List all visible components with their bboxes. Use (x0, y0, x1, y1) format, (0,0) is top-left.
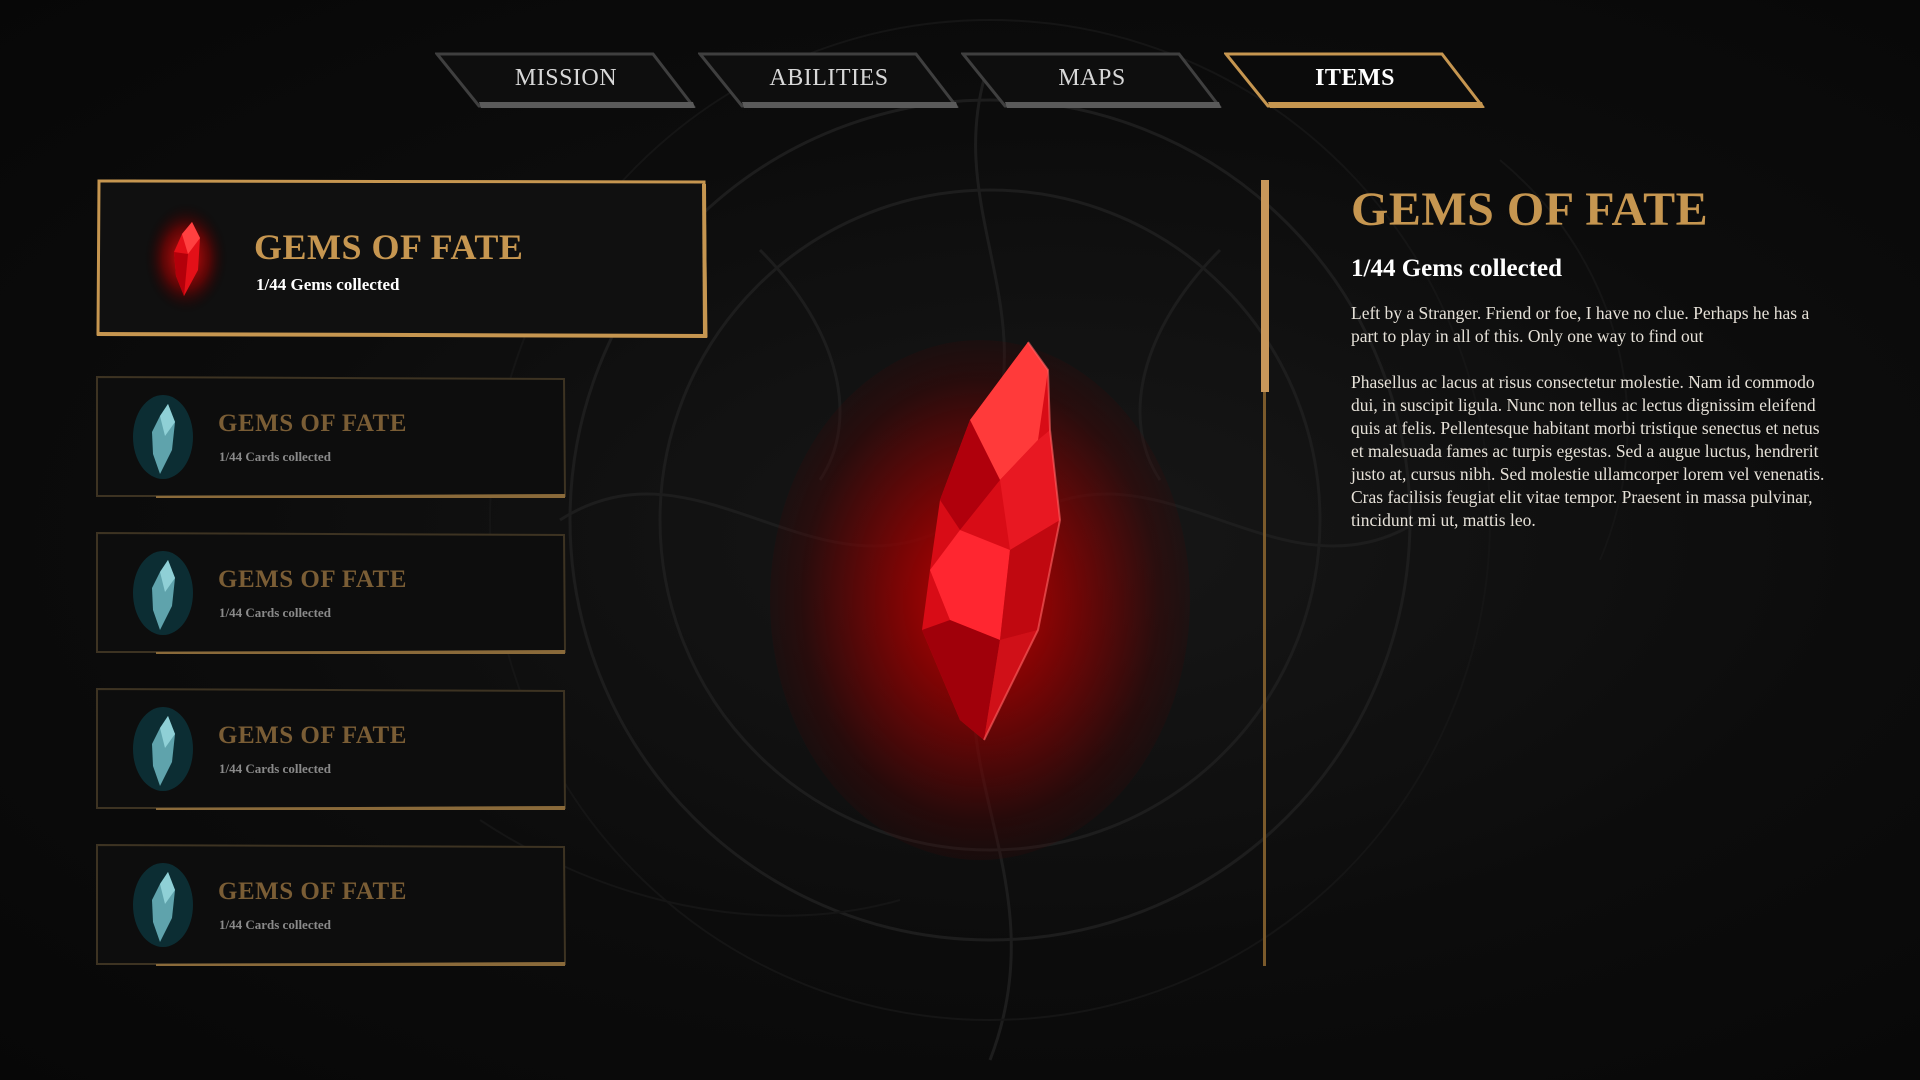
tab-label: MISSION (514, 64, 618, 91)
tab-abilities[interactable]: ABILITIES (698, 52, 960, 108)
item-subtitle: 1/44 Cards collected (219, 449, 331, 464)
item-card-selected[interactable]: GEMS OF FATE 1/44 Gems collected (96, 178, 710, 340)
tab-label: ABILITIES (769, 64, 889, 91)
item-detail-panel: GEMS OF FATE 1/44 Gems collected Left by… (1351, 182, 1827, 532)
item-title: GEMS OF FATE (218, 566, 407, 593)
blue-gem-icon (133, 395, 193, 479)
item-subtitle: 1/44 Cards collected (219, 605, 331, 620)
red-gem-icon (144, 202, 228, 314)
blue-gem-icon (133, 707, 193, 791)
tab-mission[interactable]: MISSION (435, 52, 697, 108)
item-title: GEMS OF FATE (218, 878, 407, 905)
item-card[interactable]: GEMS OF FATE 1/44 Cards collected (96, 688, 566, 812)
tab-maps[interactable]: MAPS (961, 52, 1223, 108)
item-card[interactable]: GEMS OF FATE 1/44 Cards collected (96, 844, 566, 968)
detail-lore-text: Phasellus ac lacus at risus consectetur … (1351, 372, 1825, 530)
tab-bar: MISSION ABILITIES MAPS ITEMS (435, 52, 1486, 110)
item-subtitle: 1/44 Cards collected (219, 917, 331, 932)
tab-label: ITEMS (1315, 64, 1395, 91)
tab-label: MAPS (1058, 64, 1126, 91)
scrollbar-thumb[interactable] (1261, 180, 1269, 392)
blue-gem-icon (133, 863, 193, 947)
detail-title: GEMS OF FATE (1351, 183, 1709, 236)
item-subtitle: 1/44 Gems collected (256, 275, 400, 294)
item-title: GEMS OF FATE (218, 722, 407, 749)
item-title: GEMS OF FATE (254, 227, 524, 267)
large-red-gem-icon (922, 341, 1062, 741)
item-card[interactable]: GEMS OF FATE 1/44 Cards collected (96, 532, 566, 656)
detail-description: Left by a Stranger. Friend or foe, I hav… (1351, 303, 1810, 346)
tab-items[interactable]: ITEMS (1224, 52, 1486, 108)
blue-gem-icon (133, 551, 193, 635)
detail-subtitle: 1/44 Gems collected (1351, 255, 1563, 282)
gem-showcase (700, 210, 1260, 950)
item-title: GEMS OF FATE (218, 410, 407, 437)
item-subtitle: 1/44 Cards collected (219, 761, 331, 776)
item-card[interactable]: GEMS OF FATE 1/44 Cards collected (96, 376, 566, 500)
